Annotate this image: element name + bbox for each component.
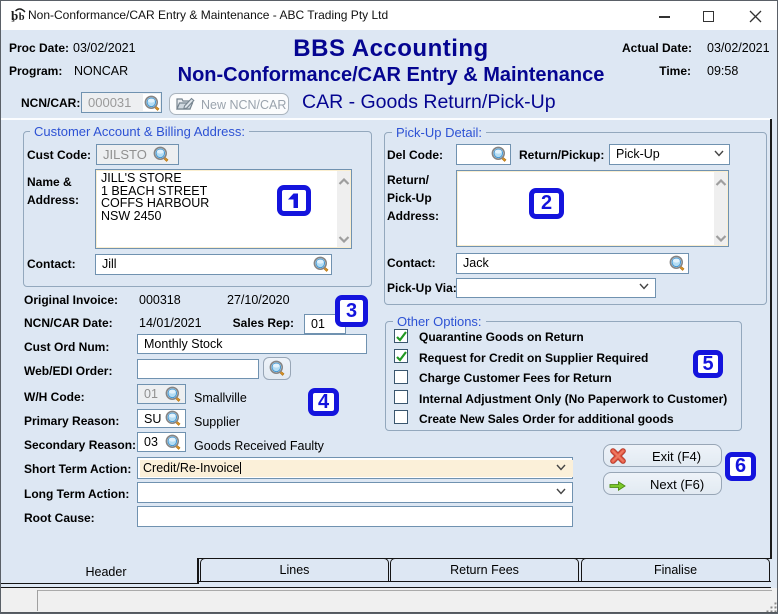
svg-text:s: s <box>12 15 15 24</box>
svg-text:b: b <box>19 12 25 23</box>
